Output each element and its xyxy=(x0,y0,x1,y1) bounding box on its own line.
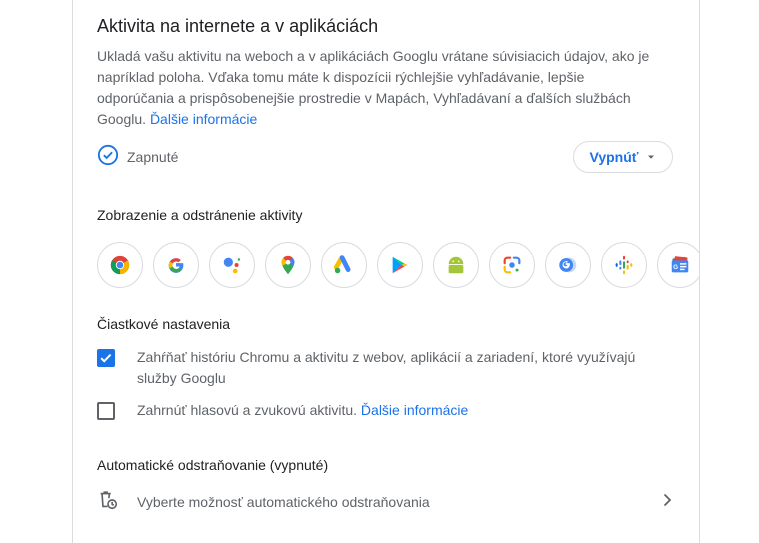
web-app-activity-card: Aktivita na internete a v aplikáciách Uk… xyxy=(72,0,700,543)
google-podcasts-icon[interactable] xyxy=(601,242,647,288)
learn-more-link[interactable]: Ďalšie informácie xyxy=(150,111,257,127)
status-indicator: Zapnuté xyxy=(97,144,179,171)
chevron-right-icon xyxy=(657,490,677,515)
voice-audio-option: Zahrnúť hlasovú a zvukovú aktivitu. Ďalš… xyxy=(97,400,468,421)
google-translate-icon[interactable] xyxy=(545,242,591,288)
voice-audio-label: Zahrnúť hlasovú a zvukovú aktivitu. xyxy=(137,402,358,418)
google-icon[interactable] xyxy=(153,242,199,288)
auto-delete-heading: Automatické odstraňovanie (vypnuté) xyxy=(97,457,329,473)
google-news-icon[interactable]: G xyxy=(657,242,699,288)
google-ads-icon[interactable] xyxy=(321,242,367,288)
auto-delete-icon xyxy=(97,489,119,516)
voice-learn-more-link[interactable]: Ďalšie informácie xyxy=(361,402,468,418)
check-circle-icon xyxy=(97,144,119,171)
card-description: Ukladá vašu aktivitu na weboch a v aplik… xyxy=(97,46,657,130)
card-title: Aktivita na internete a v aplikáciách xyxy=(97,16,379,36)
activity-heading: Zobrazenie a odstránenie aktivity xyxy=(97,207,303,223)
svg-text:G: G xyxy=(673,264,678,271)
android-icon[interactable] xyxy=(433,242,479,288)
subsettings-heading: Čiastkové nastavenia xyxy=(97,316,231,332)
google-play-icon[interactable] xyxy=(377,242,423,288)
auto-delete-option-row[interactable]: Vyberte možnosť automatického odstraňova… xyxy=(97,488,677,516)
google-lens-icon[interactable] xyxy=(489,242,535,288)
google-maps-icon[interactable] xyxy=(265,242,311,288)
turn-off-label: Vypnúť xyxy=(589,149,639,165)
voice-audio-text: Zahrnúť hlasovú a zvukovú aktivitu. Ďalš… xyxy=(137,400,468,421)
auto-delete-option-label: Vyberte možnosť automatického odstraňova… xyxy=(137,494,430,510)
google-assistant-icon[interactable] xyxy=(209,242,255,288)
chrome-history-checkbox[interactable] xyxy=(97,349,115,367)
app-icons-row: G xyxy=(97,242,699,290)
voice-audio-checkbox[interactable] xyxy=(97,402,115,420)
status-label: Zapnuté xyxy=(127,149,179,165)
turn-off-dropdown-button[interactable]: Vypnúť xyxy=(573,141,673,173)
chrome-icon[interactable] xyxy=(97,242,143,288)
chrome-history-label: Zahŕňať históriu Chromu a aktivitu z web… xyxy=(137,349,636,386)
caret-down-icon xyxy=(646,149,656,165)
chrome-history-option: Zahŕňať históriu Chromu a aktivitu z web… xyxy=(97,347,657,389)
